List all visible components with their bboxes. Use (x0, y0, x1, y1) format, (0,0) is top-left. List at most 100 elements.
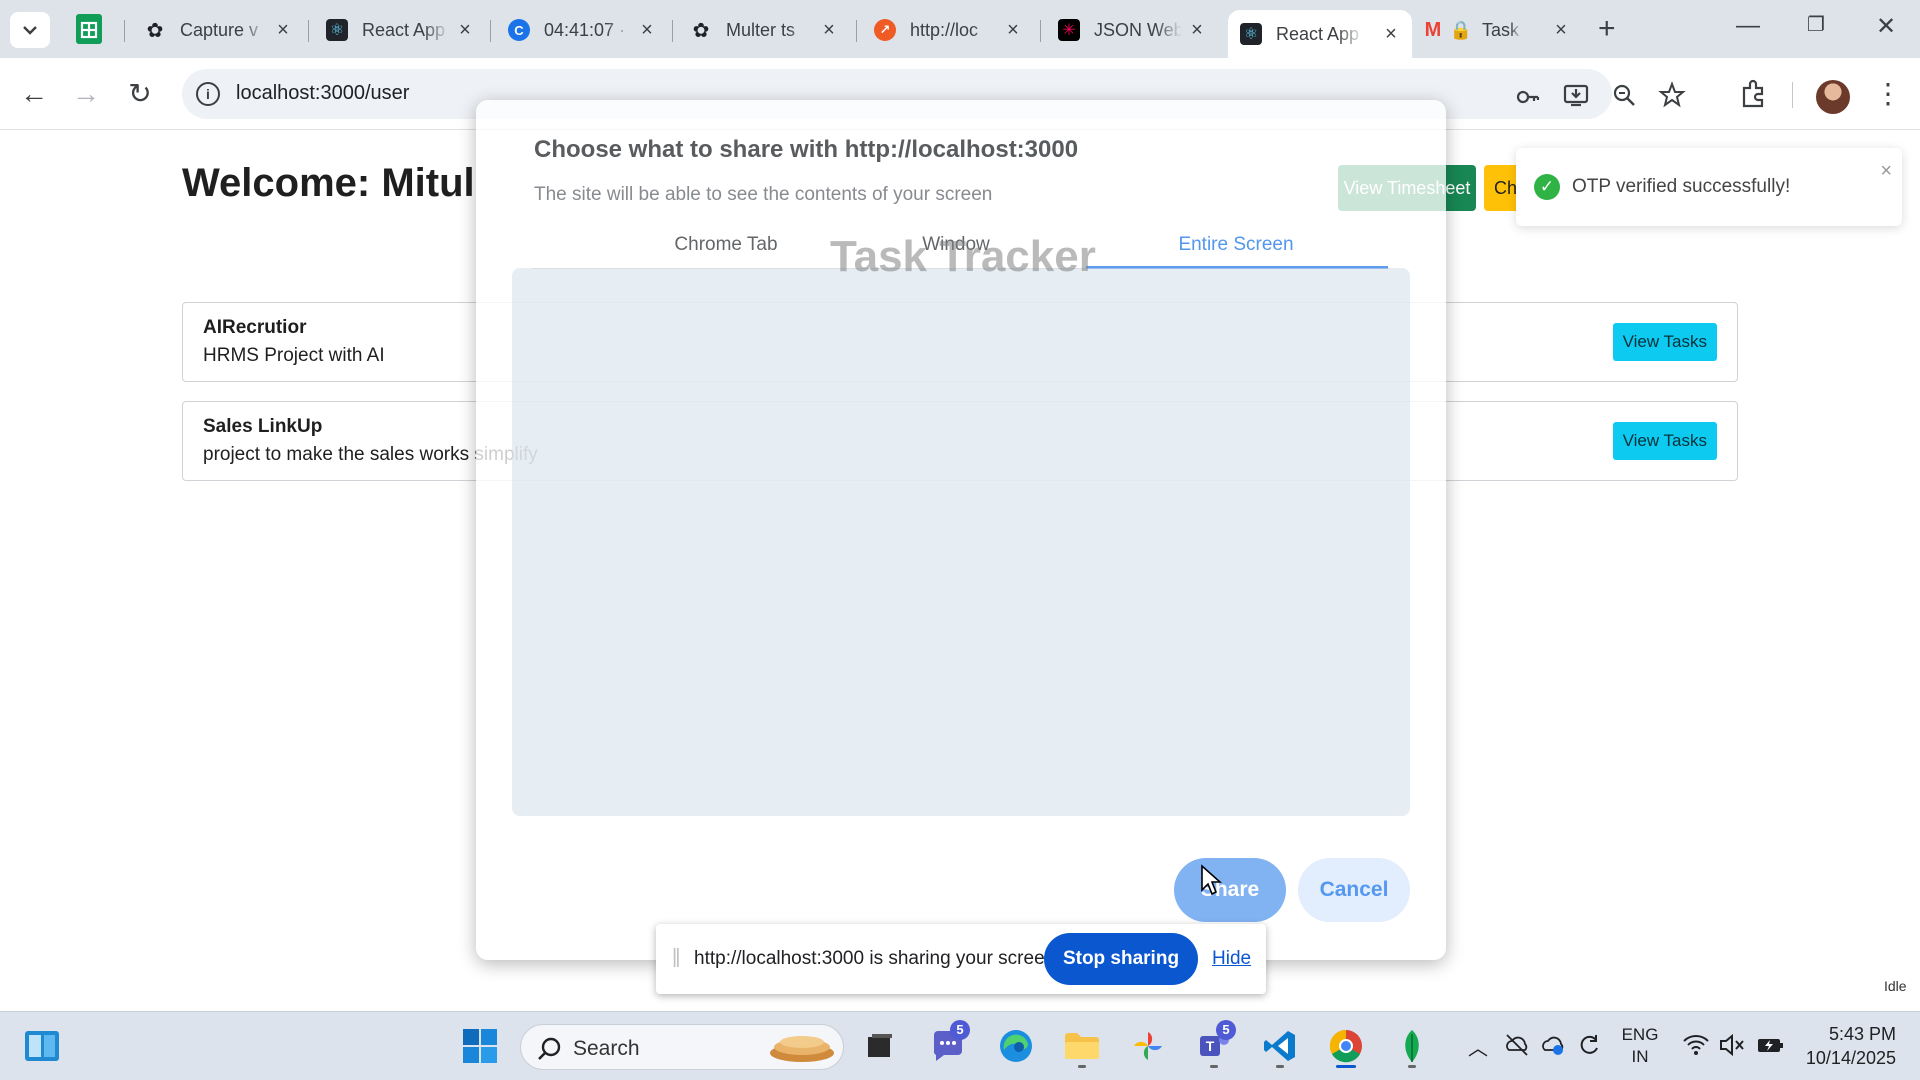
close-icon[interactable]: × (454, 19, 476, 41)
install-app-icon[interactable] (1562, 81, 1590, 109)
running-indicator (1276, 1065, 1284, 1068)
tab-title: JSON Web (1094, 19, 1182, 40)
toast-close-icon[interactable]: × (1880, 160, 1892, 183)
idle-status: Idle (1884, 978, 1907, 994)
vscode-icon (1264, 1031, 1295, 1061)
widgets-button[interactable] (18, 1022, 66, 1070)
close-icon[interactable]: × (636, 19, 658, 41)
drag-handle-icon[interactable]: || (672, 946, 681, 969)
task-view-button[interactable] (856, 1022, 904, 1070)
running-indicator (1210, 1065, 1218, 1068)
chrome-icon (1329, 1029, 1362, 1063)
tab-3[interactable]: ✿ Multer ts × (678, 10, 850, 50)
close-icon[interactable]: × (272, 19, 294, 41)
tab-separator (672, 20, 673, 42)
close-icon[interactable]: × (1550, 19, 1572, 41)
close-icon[interactable]: × (1380, 23, 1402, 45)
start-button[interactable] (456, 1022, 504, 1070)
refresh-sync-icon[interactable] (1576, 1032, 1602, 1058)
postman-icon: ↗ (874, 19, 896, 41)
tab-chrome-tab[interactable]: Chrome Tab (626, 234, 826, 256)
tab-title: Task T (1482, 19, 1522, 40)
edge-button[interactable] (992, 1022, 1040, 1070)
tab-6-active[interactable]: ⚛ React App × (1228, 10, 1412, 58)
pinned-app-button[interactable] (1388, 1022, 1436, 1070)
show-hidden-icons[interactable]: ︿ (1468, 1032, 1488, 1061)
view-tasks-button[interactable]: View Tasks (1612, 323, 1717, 361)
extensions-icon[interactable] (1736, 76, 1772, 112)
file-explorer-button[interactable] (1058, 1022, 1106, 1070)
page-heading-behind-dialog: Task Tracker (830, 232, 1096, 281)
chat-notification-badge: 5 (950, 1020, 970, 1040)
share-dialog-subtitle: The site will be able to see the content… (534, 184, 993, 205)
photos-button[interactable] (1124, 1022, 1172, 1070)
bookmark-star-icon[interactable] (1658, 81, 1686, 109)
react-icon: ⚛ (1240, 23, 1262, 45)
running-indicator (1078, 1065, 1086, 1068)
volume-muted-icon[interactable] (1718, 1032, 1746, 1058)
tab-7[interactable]: M 🔒 Task T × (1410, 10, 1582, 50)
sync-cloud-icon[interactable] (1540, 1032, 1566, 1058)
window-close-button[interactable]: ✕ (1866, 12, 1906, 41)
tab-2[interactable]: C 04:41:07 · × (496, 10, 668, 50)
close-icon[interactable]: × (1186, 19, 1208, 41)
zoom-icon[interactable] (1610, 81, 1638, 109)
onedrive-offline-icon[interactable] (1504, 1032, 1530, 1058)
tab-title: 04:41:07 · (544, 19, 626, 40)
tab-4[interactable]: ↗ http://loc × (862, 10, 1034, 50)
tab-separator (856, 20, 857, 42)
search-icon (538, 1037, 561, 1060)
wifi-icon[interactable] (1682, 1032, 1710, 1058)
tab-5[interactable]: ✳ JSON Web × (1046, 10, 1218, 50)
password-key-icon[interactable] (1514, 81, 1542, 109)
tab-title: Capture v (180, 19, 259, 40)
chat-app-button[interactable]: 5 (924, 1020, 972, 1070)
restore-button[interactable]: ❐ (1796, 12, 1836, 37)
openai-icon: ✿ (692, 19, 710, 42)
view-tasks-button[interactable]: View Tasks (1612, 422, 1717, 460)
openai-icon: ✿ (146, 19, 164, 42)
windows-logo-icon (463, 1029, 497, 1063)
site-info-icon[interactable]: i (196, 82, 220, 106)
screen-preview-area[interactable] (512, 268, 1410, 816)
stop-sharing-button[interactable]: Stop sharing (1044, 933, 1198, 985)
toolbar-divider (1792, 82, 1793, 108)
back-button[interactable]: ← (16, 76, 52, 112)
active-app-indicator (1336, 1065, 1356, 1068)
tab-1[interactable]: ⚛ React App × (314, 10, 486, 50)
hide-link[interactable]: Hide (1212, 948, 1251, 970)
share-dialog-title: Choose what to share with http://localho… (534, 136, 1079, 163)
edge-icon (1000, 1030, 1032, 1062)
toast-message: OTP verified successfully! (1572, 176, 1791, 197)
url-text[interactable]: localhost:3000/user (236, 82, 409, 105)
new-tab-button[interactable]: + (1598, 14, 1616, 44)
forward-button[interactable]: → (68, 76, 104, 112)
share-button[interactable]: Share (1174, 858, 1286, 922)
tab-search-button[interactable] (10, 12, 50, 48)
welcome-heading: Welcome: Mitul (182, 161, 475, 205)
chrome-button[interactable] (1322, 1022, 1370, 1070)
browser-tab-strip: ✿ Capture v × ⚛ React App × C 04:41:07 ·… (0, 0, 1920, 58)
cancel-button[interactable]: Cancel (1298, 858, 1410, 922)
tab-0[interactable]: ✿ Capture v × (132, 10, 304, 50)
pancake-highlight-icon (770, 1036, 834, 1062)
minimize-button[interactable]: — (1728, 12, 1768, 40)
close-icon[interactable]: × (818, 19, 840, 41)
tab-entire-screen[interactable]: Entire Screen (1136, 234, 1336, 256)
close-icon[interactable]: × (1002, 19, 1024, 41)
vscode-button[interactable] (1256, 1022, 1304, 1070)
leaf-app-icon (1405, 1030, 1419, 1062)
profile-avatar[interactable] (1816, 80, 1850, 114)
reload-button[interactable]: ↻ (122, 76, 158, 112)
chrome-menu-icon[interactable]: ⋮ (1874, 76, 1902, 112)
battery-charging-icon[interactable] (1756, 1032, 1786, 1058)
screen-share-dialog: Choose what to share with http://localho… (476, 100, 1446, 960)
taskbar-search-box[interactable]: Search (520, 1024, 844, 1070)
language-indicator[interactable]: ENG IN (1614, 1024, 1666, 1068)
tab-title: React App (1276, 23, 1360, 44)
screen-sharing-bar: || http://localhost:3000 is sharing your… (656, 924, 1266, 994)
teams-button[interactable]: T 5 (1190, 1020, 1238, 1070)
sheets-pinned-tab[interactable] (76, 14, 102, 44)
system-clock[interactable]: 5:43 PM 10/14/2025 (1800, 1022, 1896, 1070)
folder-icon (1065, 1033, 1099, 1059)
